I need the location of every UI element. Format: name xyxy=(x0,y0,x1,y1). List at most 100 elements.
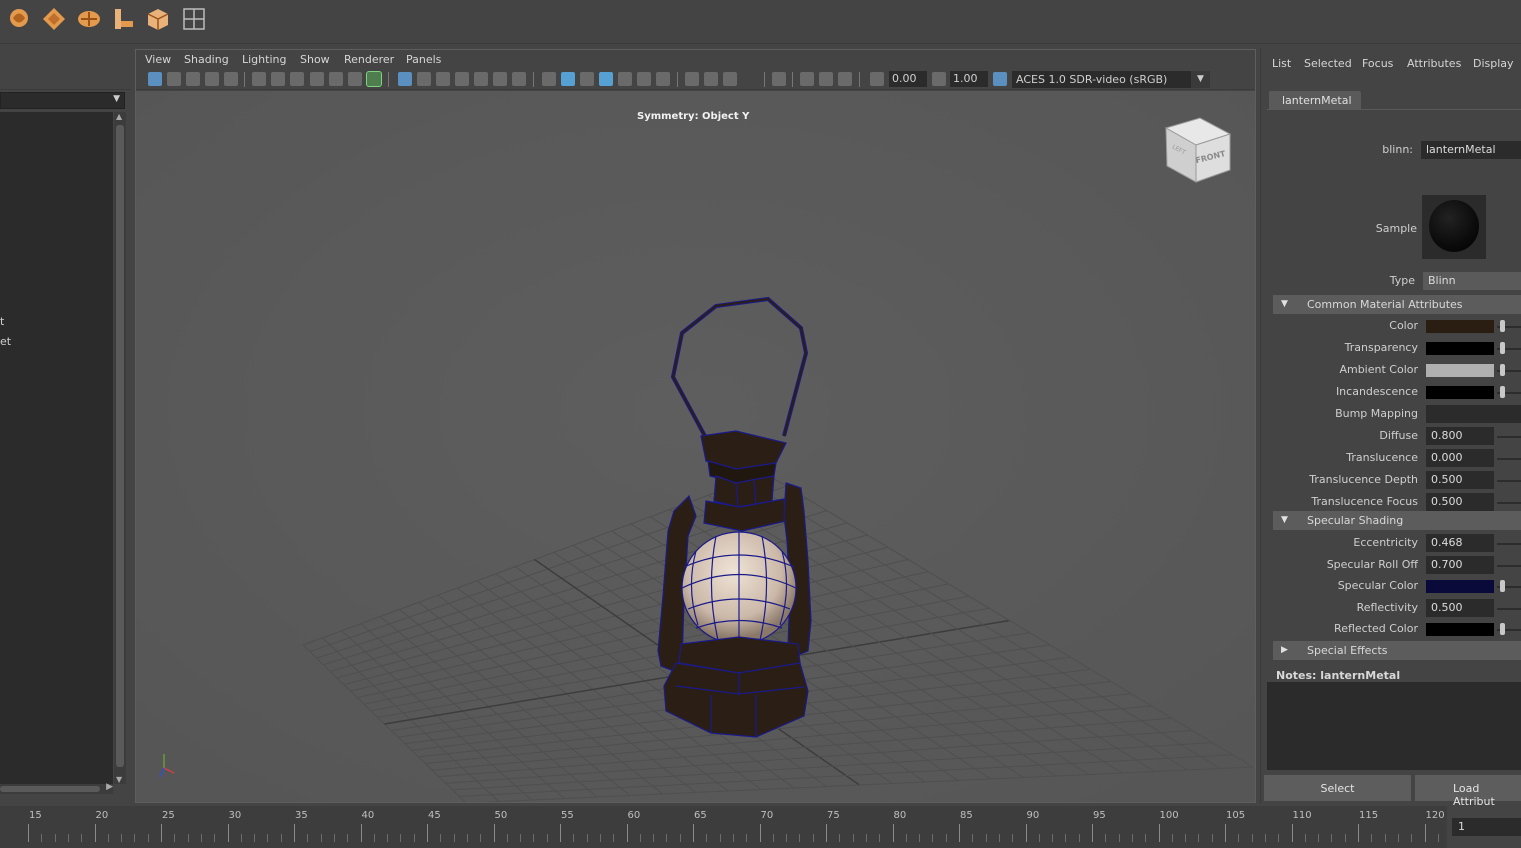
paint-select-icon[interactable] xyxy=(76,6,102,32)
attr-color-swatch[interactable] xyxy=(1426,623,1494,636)
menu-lighting[interactable]: Lighting xyxy=(242,53,286,66)
select-camera-icon[interactable] xyxy=(148,72,162,86)
lasso-select-icon[interactable] xyxy=(7,6,33,32)
section-specular-shading[interactable]: ▼ Specular Shading xyxy=(1273,511,1521,530)
attr-value-field[interactable] xyxy=(1426,405,1521,423)
attr-color-swatch[interactable] xyxy=(1426,320,1494,333)
node-name-field[interactable]: lanternMetal xyxy=(1421,141,1521,159)
attr-slider-handle[interactable] xyxy=(1500,580,1505,592)
menu-panels[interactable]: Panels xyxy=(406,53,441,66)
section-common-material-attributes[interactable]: ▼ Common Material Attributes xyxy=(1273,295,1521,314)
scroll-right-icon[interactable]: ▶ xyxy=(106,782,113,792)
lock-camera-icon[interactable] xyxy=(271,72,285,86)
type-dropdown[interactable]: Blinn xyxy=(1423,272,1521,290)
color-space-dropdown[interactable]: ACES 1.0 SDR-video (sRGB) xyxy=(1012,71,1210,88)
attr-value-field[interactable]: 0.468 xyxy=(1426,534,1494,552)
tab-lanternmetal[interactable]: lanternMetal xyxy=(1269,91,1361,110)
motion-blur-icon[interactable] xyxy=(704,72,718,86)
notes-textarea[interactable] xyxy=(1267,682,1521,770)
attr-slider-track[interactable] xyxy=(1497,502,1521,504)
attr-slider-handle[interactable] xyxy=(1500,623,1505,635)
ae-menu-focus[interactable]: Focus xyxy=(1362,57,1393,70)
move-tool-icon[interactable] xyxy=(110,6,136,32)
attr-slider-track[interactable] xyxy=(1497,543,1521,545)
wireframe-on-shaded-icon[interactable] xyxy=(599,72,613,86)
exposure-field[interactable]: 0.00 xyxy=(889,71,927,87)
ae-menu-list[interactable]: List xyxy=(1272,57,1291,70)
select-button[interactable]: Select xyxy=(1264,775,1411,801)
menu-show[interactable]: Show xyxy=(300,53,330,66)
viewport-canvas[interactable]: FRONT LEFT xyxy=(136,91,1255,802)
chevron-down-icon[interactable]: ▼ xyxy=(1191,71,1210,88)
gamma-icon[interactable] xyxy=(932,72,946,86)
outliner-scroll-thumb[interactable] xyxy=(116,125,124,767)
attr-value-field[interactable]: 0.800 xyxy=(1426,427,1494,445)
attr-slider-track[interactable] xyxy=(1497,607,1521,610)
attr-slider-handle[interactable] xyxy=(1500,320,1505,332)
cube-tool-icon[interactable] xyxy=(145,6,171,32)
menu-renderer[interactable]: Renderer xyxy=(344,53,394,66)
resolution-gate-icon[interactable] xyxy=(436,72,450,86)
attr-slider-track[interactable] xyxy=(1497,564,1521,567)
scroll-up-icon[interactable]: ▲ xyxy=(116,112,122,121)
2d-pan-zoom-icon[interactable] xyxy=(224,72,238,86)
gamma-field[interactable]: 1.00 xyxy=(950,71,988,87)
ambient-occlusion-icon[interactable] xyxy=(685,72,699,86)
scroll-down-icon[interactable]: ▼ xyxy=(116,775,122,784)
camera-film-gate-icon[interactable] xyxy=(290,72,304,86)
lights-icon[interactable] xyxy=(637,72,651,86)
wireframe-icon[interactable] xyxy=(542,72,556,86)
menu-shading[interactable]: Shading xyxy=(184,53,229,66)
smooth-shade-icon[interactable] xyxy=(561,72,575,86)
grease-pencil-icon[interactable] xyxy=(252,72,266,86)
default-material-icon[interactable] xyxy=(580,72,594,86)
attr-color-swatch[interactable] xyxy=(1426,580,1494,593)
gate-mask-icon[interactable] xyxy=(455,72,469,86)
bookmark-icon[interactable] xyxy=(186,72,200,86)
outliner-filter-dropdown[interactable]: ▼ xyxy=(0,92,125,109)
outliner-list[interactable]: t et xyxy=(0,112,113,785)
textured-icon[interactable] xyxy=(618,72,632,86)
collapse-arrow-icon[interactable]: ▼ xyxy=(1281,299,1288,309)
section-special-effects[interactable]: ▶ Special Effects xyxy=(1273,641,1521,660)
ae-menu-attributes[interactable]: Attributes xyxy=(1407,57,1461,70)
attr-value-field[interactable]: 0.700 xyxy=(1426,555,1494,574)
attr-slider-track[interactable] xyxy=(1497,436,1521,438)
attr-slider-track[interactable] xyxy=(1497,458,1521,460)
attr-value-field[interactable]: 0.500 xyxy=(1426,493,1494,511)
backface-culling-icon[interactable] xyxy=(838,72,852,86)
diamond-select-icon[interactable] xyxy=(41,6,67,32)
outliner-hscroll-thumb[interactable] xyxy=(0,786,100,792)
load-attributes-button[interactable]: Load Attribut xyxy=(1415,775,1521,808)
color-management-icon[interactable] xyxy=(993,72,1007,86)
attr-slider-handle[interactable] xyxy=(1500,342,1505,354)
xray-joints-icon[interactable] xyxy=(819,72,833,86)
grid-layout-icon[interactable] xyxy=(181,6,207,32)
attr-value-field[interactable]: 0.000 xyxy=(1426,449,1494,467)
isolate-select-icon[interactable] xyxy=(772,72,786,86)
attr-value-field[interactable]: 0.500 xyxy=(1426,598,1494,617)
expand-arrow-icon[interactable]: ▶ xyxy=(1281,645,1288,655)
outliner-item[interactable]: et xyxy=(0,335,11,348)
ae-menu-selected[interactable]: Selected xyxy=(1304,57,1352,70)
collapse-arrow-icon[interactable]: ▼ xyxy=(1281,515,1288,525)
shadows-icon[interactable] xyxy=(656,72,670,86)
attr-value-field[interactable]: 0.500 xyxy=(1426,471,1494,489)
menu-view[interactable]: View xyxy=(145,53,171,66)
ae-menu-display[interactable]: Display xyxy=(1473,57,1514,70)
attr-color-swatch[interactable] xyxy=(1426,386,1494,399)
current-frame-field[interactable]: 1 xyxy=(1452,818,1521,836)
anti-aliasing-icon[interactable] xyxy=(723,72,737,86)
image-plane-icon[interactable] xyxy=(205,72,219,86)
xray-icon[interactable] xyxy=(800,72,814,86)
outliner-item[interactable]: t xyxy=(0,315,4,328)
safe-title-icon[interactable] xyxy=(512,72,526,86)
attr-slider-handle[interactable] xyxy=(1500,386,1505,398)
symmetry-icon[interactable] xyxy=(366,71,382,87)
field-chart-icon[interactable] xyxy=(474,72,488,86)
attr-slider-handle[interactable] xyxy=(1500,364,1505,376)
attr-slider-track[interactable] xyxy=(1497,480,1521,482)
attr-color-swatch[interactable] xyxy=(1426,342,1494,355)
exposure-icon[interactable] xyxy=(870,72,884,86)
grid-toggle-icon[interactable] xyxy=(398,72,412,86)
